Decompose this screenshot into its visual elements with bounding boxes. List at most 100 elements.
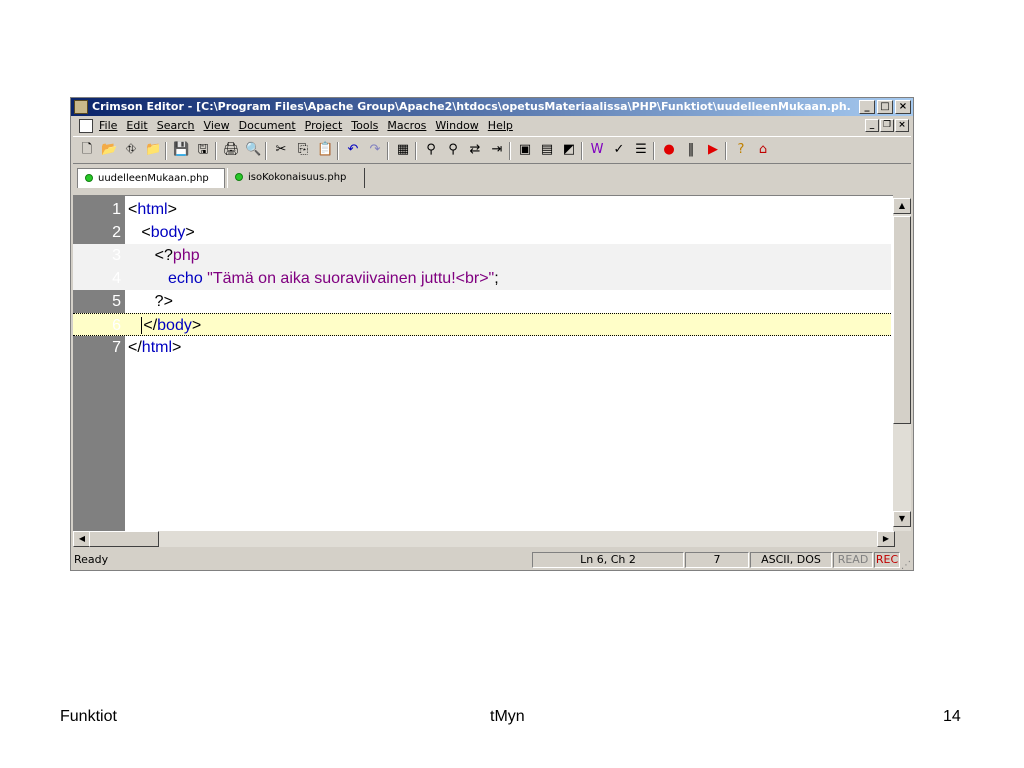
- replace-icon[interactable]: ⇄: [467, 142, 483, 158]
- minimize-button[interactable]: _: [859, 100, 875, 114]
- code-line[interactable]: 3 <?php: [73, 244, 891, 267]
- vertical-scrollbar[interactable]: ▲ ▼: [893, 198, 911, 531]
- code-token: ?>: [154, 293, 173, 310]
- code-editor[interactable]: 1 <html> 2 <body> 3 <?php 4 echo "Tämä on ai…: [73, 195, 893, 531]
- menu-macros[interactable]: Macros: [387, 117, 426, 135]
- open-project-icon[interactable]: 📁: [145, 142, 161, 158]
- code-line[interactable]: 4 echo "Tämä on aika suoraviivainen jutt…: [73, 267, 891, 290]
- cut-icon[interactable]: ✂: [273, 142, 289, 158]
- read-indicator: READ: [833, 552, 873, 568]
- scroll-down-arrow-icon[interactable]: ▼: [893, 511, 911, 527]
- syntax-icon[interactable]: ◩: [561, 142, 577, 158]
- menu-edit[interactable]: Edit: [126, 117, 147, 135]
- goto-icon[interactable]: ⇥: [489, 142, 505, 158]
- menu-window[interactable]: Window: [435, 117, 478, 135]
- resize-grip-icon[interactable]: ⋰: [901, 556, 911, 576]
- title-bar[interactable]: Crimson Editor - [C:\Program Files\Apach…: [71, 98, 913, 116]
- document-controls: _ ❐ ×: [865, 119, 909, 132]
- column-mode-icon[interactable]: ▦: [395, 142, 411, 158]
- line-number: 3: [112, 247, 121, 264]
- line-number: 7: [112, 339, 121, 356]
- close-button[interactable]: ×: [895, 100, 911, 114]
- menu-search[interactable]: Search: [157, 117, 195, 135]
- horizontal-scrollbar[interactable]: ◀ ▶: [73, 531, 895, 547]
- code-line[interactable]: 7 </html>: [73, 336, 891, 359]
- code-line[interactable]: 2 <body>: [73, 221, 891, 244]
- line-number: 5: [112, 293, 121, 310]
- code-token: >: [185, 224, 195, 241]
- code-line[interactable]: 6 </body>: [73, 313, 891, 336]
- doc-minimize-button[interactable]: _: [865, 119, 879, 132]
- cursor-position: Ln 6, Ch 2: [532, 552, 684, 568]
- record-macro-icon[interactable]: ●: [661, 142, 677, 158]
- horizontal-scroll-thumb[interactable]: [89, 531, 159, 547]
- pause-macro-icon[interactable]: ‖: [683, 142, 699, 158]
- line-number: 1: [112, 201, 121, 218]
- maximize-button[interactable]: □: [877, 100, 893, 114]
- help-icon[interactable]: ?: [733, 142, 749, 158]
- line-number: 4: [112, 270, 121, 287]
- toggle-bookmark-icon[interactable]: ▣: [517, 142, 533, 158]
- code-token: ;: [494, 270, 499, 287]
- line-number: 2: [112, 224, 121, 241]
- doc-restore-button[interactable]: ❐: [880, 119, 894, 132]
- print-icon[interactable]: 🖨: [223, 142, 240, 158]
- menu-document[interactable]: Document: [239, 117, 296, 135]
- toolbar-separator: [509, 142, 511, 160]
- line-count: 7: [685, 552, 749, 568]
- copy-icon[interactable]: ⎘: [295, 142, 311, 158]
- print-preview-icon[interactable]: 🔍: [245, 142, 261, 158]
- scroll-right-arrow-icon[interactable]: ▶: [877, 531, 895, 547]
- menu-view[interactable]: View: [204, 117, 230, 135]
- toolbar-separator: [165, 142, 167, 160]
- paste-icon[interactable]: 📋: [317, 142, 333, 158]
- find-icon[interactable]: ⚲: [423, 142, 439, 158]
- find-next-icon[interactable]: ⚲: [445, 142, 461, 158]
- line-number: 6: [112, 317, 121, 334]
- word-wrap-icon[interactable]: W: [589, 142, 605, 158]
- home-icon[interactable]: ⌂: [755, 142, 771, 158]
- document-icon[interactable]: [79, 119, 93, 133]
- code-line[interactable]: 5 ?>: [73, 290, 891, 313]
- file-status-icon: [85, 174, 93, 182]
- spell-check-icon[interactable]: ✓: [611, 142, 627, 158]
- code-token: echo: [168, 270, 208, 287]
- code-token: html: [137, 201, 168, 218]
- menu-file[interactable]: File: [99, 117, 117, 135]
- doc-close-button[interactable]: ×: [895, 119, 909, 132]
- file-status-icon: [235, 173, 243, 181]
- play-macro-icon[interactable]: ▶: [705, 142, 721, 158]
- vertical-scroll-thumb[interactable]: [893, 216, 911, 424]
- save-all-icon[interactable]: 🖫: [195, 142, 211, 158]
- line-numbers-icon[interactable]: ☰: [633, 142, 649, 158]
- app-icon[interactable]: [74, 100, 88, 114]
- menu-tools[interactable]: Tools: [351, 117, 378, 135]
- redo-icon[interactable]: ↷: [367, 142, 383, 158]
- code-token: >: [172, 339, 182, 356]
- code-text: <body>: [128, 221, 195, 244]
- encoding-indicator: ASCII, DOS: [750, 552, 832, 568]
- open-remote-icon[interactable]: ⛗: [123, 142, 139, 158]
- scroll-up-arrow-icon[interactable]: ▲: [893, 198, 911, 214]
- new-file-icon[interactable]: 🗋: [79, 142, 95, 158]
- menu-help[interactable]: Help: [488, 117, 513, 135]
- toolbar-separator: [415, 142, 417, 160]
- next-bookmark-icon[interactable]: ▤: [539, 142, 555, 158]
- undo-icon[interactable]: ↶: [345, 142, 361, 158]
- footer-title: Funktiot: [60, 708, 117, 725]
- save-icon[interactable]: 💾: [173, 142, 189, 158]
- window-controls: _ □ ×: [859, 100, 911, 114]
- code-token: >: [167, 201, 177, 218]
- menu-project[interactable]: Project: [305, 117, 343, 135]
- tab-isokokonaisuus[interactable]: isoKokonaisuus.php: [227, 168, 365, 188]
- toolbar-separator: [581, 142, 583, 160]
- open-file-icon[interactable]: 📂: [101, 142, 117, 158]
- toolbar-separator: [725, 142, 727, 160]
- tab-uudelleenmukaan[interactable]: uudelleenMukaan.php: [77, 168, 225, 188]
- code-token: php: [172, 247, 200, 264]
- code-line[interactable]: 1 <html>: [73, 198, 891, 221]
- window-title: Crimson Editor - [C:\Program Files\Apach…: [92, 100, 852, 113]
